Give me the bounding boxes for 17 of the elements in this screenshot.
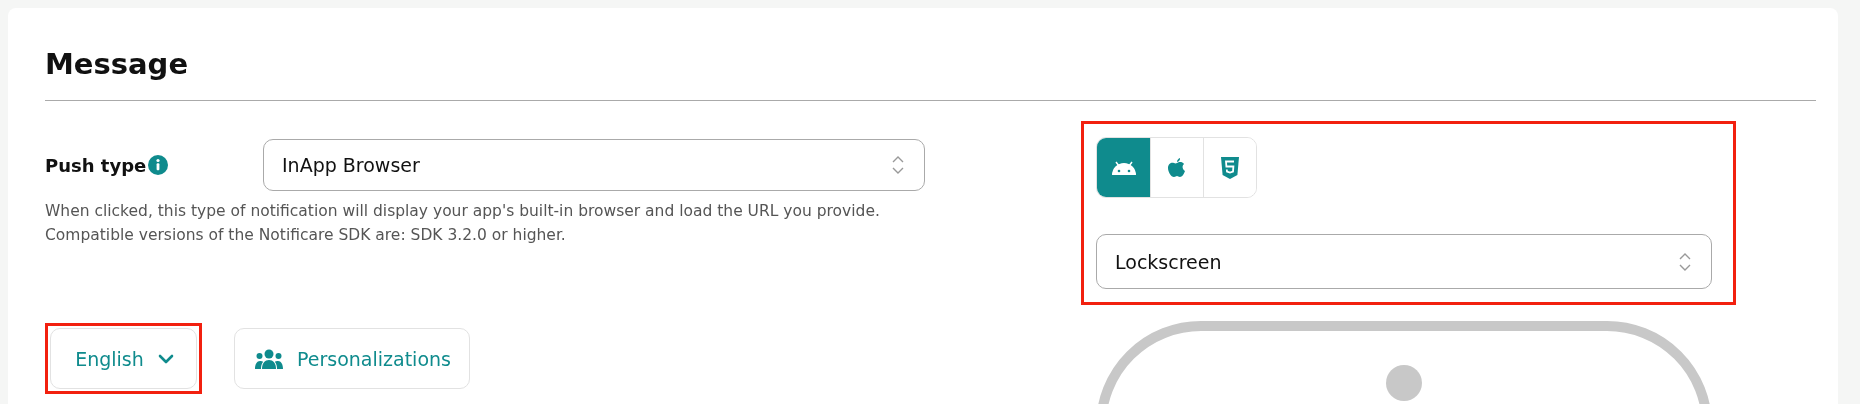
section-title: Message	[45, 46, 190, 83]
apple-icon	[1168, 157, 1186, 178]
android-icon	[1110, 159, 1137, 176]
description-text: When clicked, this type of notification will display your app's built-in browser and load the URL you provide. Compatible versions of the Notificare SDK are: SDK 3.2.0 or higher.	[45, 201, 881, 246]
html5-tab[interactable]	[1203, 138, 1256, 197]
push-type-select[interactable]: InApp Browser	[263, 139, 925, 191]
sort-arrows-icon	[892, 155, 904, 175]
field-label: Push type	[45, 154, 147, 176]
info-icon	[148, 155, 169, 175]
sort-arrows-icon	[1679, 251, 1691, 272]
android-tab[interactable]	[1097, 138, 1150, 197]
personalizations-button[interactable]: Personalizations	[234, 328, 470, 389]
chevron-down-icon	[157, 353, 174, 364]
html5-icon	[1221, 156, 1239, 179]
language-dropdown[interactable]: English	[50, 328, 197, 389]
people-icon	[255, 348, 283, 369]
view-select[interactable]: Lockscreen	[1096, 234, 1712, 289]
